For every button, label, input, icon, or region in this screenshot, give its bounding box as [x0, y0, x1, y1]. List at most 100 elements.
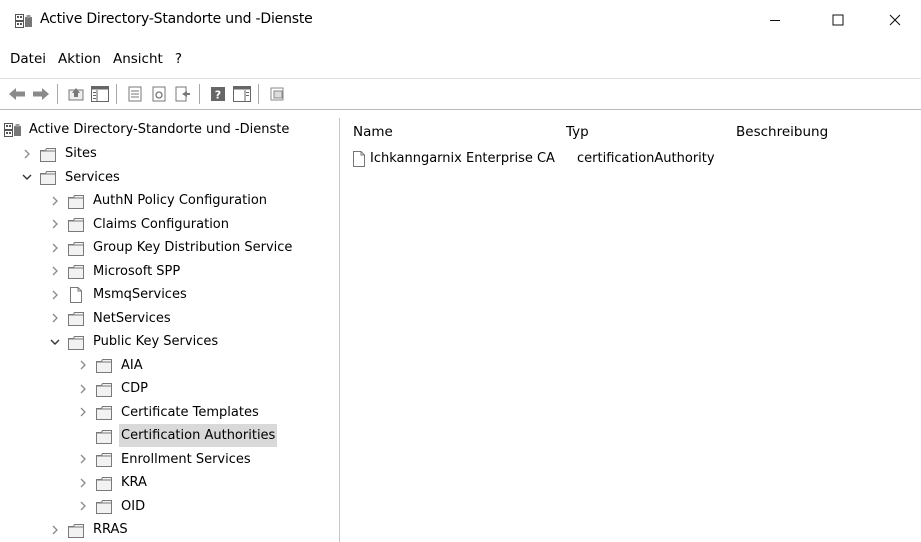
tree-item-label: AIA — [121, 357, 143, 373]
back-button[interactable] — [6, 83, 28, 105]
tree-item[interactable]: AuthN Policy Configuration — [48, 189, 269, 212]
tree-item[interactable]: KRA — [76, 471, 149, 494]
tree-item-label: Microsoft SPP — [93, 263, 181, 279]
tree-item[interactable]: Claims Configuration — [48, 213, 231, 236]
list-item-type: certificationAuthority — [577, 151, 715, 166]
new-window-button[interactable] — [266, 83, 288, 105]
tree-item[interactable]: MsmqServices — [48, 283, 189, 306]
close-icon — [889, 14, 901, 26]
show-hide-action-pane-button[interactable] — [231, 83, 253, 105]
folder-icon — [96, 476, 112, 491]
folder-icon — [68, 335, 84, 350]
chevron-right-icon[interactable] — [76, 354, 90, 377]
minimize-icon — [770, 20, 780, 21]
window-title: Active Directory-Standorte und -Dienste — [40, 11, 313, 27]
maximize-button[interactable] — [815, 0, 861, 40]
tree-item[interactable]: RRAS — [48, 518, 130, 541]
chevron-down-icon[interactable] — [48, 330, 62, 353]
back-arrow-icon — [9, 88, 25, 100]
forward-arrow-icon — [33, 88, 49, 100]
toolbar-separator — [116, 84, 117, 104]
tree-item-label: KRA — [121, 475, 147, 490]
export-list-icon — [175, 86, 190, 102]
list-item-name: Ichkanngarnix Enterprise CA — [370, 151, 555, 166]
menu-help[interactable]: ? — [169, 47, 188, 71]
tree-item[interactable]: Certificate Templates — [76, 401, 261, 424]
chevron-right-icon[interactable] — [76, 471, 90, 494]
tree-item-label: RRAS — [93, 522, 128, 537]
refresh-button[interactable] — [148, 83, 170, 105]
tree-item-label: Claims Configuration — [93, 216, 229, 232]
chevron-right-icon[interactable] — [48, 189, 62, 212]
chevron-down-icon[interactable] — [20, 166, 34, 189]
new-window-icon — [270, 87, 284, 101]
tree-item-label: CDP — [121, 381, 148, 396]
folder-icon — [68, 264, 84, 279]
tree-item[interactable]: NetServices — [48, 307, 173, 330]
tree-item[interactable]: Microsoft SPP — [48, 260, 182, 283]
folder-icon — [96, 499, 112, 514]
help-button[interactable]: ? — [207, 83, 229, 105]
folder-icon — [96, 358, 112, 373]
tree-item[interactable]: OID — [76, 495, 147, 518]
tree-item-label: AuthN Policy Configuration — [93, 193, 268, 208]
tree-item[interactable]: CDP — [76, 377, 150, 400]
chevron-right-icon[interactable] — [76, 377, 90, 400]
chevron-right-icon[interactable] — [48, 283, 62, 306]
tree-item[interactable]: AIA — [76, 354, 145, 377]
folder-icon — [96, 405, 112, 420]
tree-root[interactable]: Active Directory-Standorte und -Dienste — [0, 118, 291, 141]
menu-ansicht[interactable]: Ansicht — [107, 47, 169, 71]
close-button[interactable] — [872, 0, 918, 40]
up-one-level-button[interactable] — [65, 83, 87, 105]
folder-icon — [96, 452, 112, 467]
toolbar-separator — [258, 84, 259, 104]
up-folder-icon — [68, 88, 84, 101]
folder-icon — [40, 170, 56, 185]
show-hide-action-pane-icon — [233, 86, 251, 102]
title-bar: Active Directory-Standorte und -Dienste — [0, 0, 921, 40]
properties-button[interactable] — [124, 83, 146, 105]
chevron-right-icon[interactable] — [48, 518, 62, 541]
page-icon — [70, 286, 82, 303]
tree-item-label: NetServices — [93, 310, 171, 326]
chevron-right-icon[interactable] — [76, 495, 90, 518]
folder-icon — [96, 382, 112, 397]
chevron-right-icon[interactable] — [48, 213, 62, 236]
chevron-right-icon[interactable] — [48, 260, 62, 283]
tree-item-label: Certificate Templates — [121, 404, 259, 420]
tree-item[interactable]: Group Key Distribution Service — [48, 236, 294, 259]
list-header: Name Typ Beschreibung — [341, 118, 921, 146]
tree-item[interactable]: Public Key Services — [48, 330, 220, 353]
details-list: Name Typ Beschreibung Ichkanngarnix Ente… — [341, 118, 921, 542]
column-header-description[interactable]: Beschreibung — [736, 122, 828, 142]
menu-aktion[interactable]: Aktion — [52, 47, 107, 71]
tree-item-label: Sites — [65, 146, 97, 161]
export-list-button[interactable] — [172, 83, 194, 105]
minimize-button[interactable] — [752, 0, 798, 40]
tree-item[interactable]: Sites — [20, 142, 99, 165]
tree-item-label: OID — [121, 498, 146, 514]
tree-item[interactable]: Services — [20, 166, 122, 189]
maximize-icon — [832, 14, 844, 26]
folder-icon — [68, 217, 84, 232]
menu-datei[interactable]: Datei — [0, 47, 52, 71]
toolbar-separator — [199, 84, 200, 104]
chevron-right-icon[interactable] — [76, 448, 90, 471]
column-header-name[interactable]: Name — [353, 122, 393, 142]
chevron-right-icon[interactable] — [76, 401, 90, 424]
folder-icon — [40, 147, 56, 162]
show-hide-console-tree-button[interactable] — [89, 83, 111, 105]
column-header-type[interactable]: Typ — [566, 122, 589, 142]
folder-icon — [68, 523, 84, 538]
forward-button[interactable] — [30, 83, 52, 105]
chevron-right-icon[interactable] — [48, 307, 62, 330]
tree-item[interactable]: Enrollment Services — [76, 448, 253, 471]
folder-icon — [96, 429, 112, 444]
chevron-right-icon[interactable] — [20, 142, 34, 165]
toolbar: ? — [0, 78, 921, 110]
folder-icon — [68, 241, 84, 256]
properties-icon — [128, 86, 142, 102]
chevron-right-icon[interactable] — [48, 236, 62, 259]
tree-item[interactable]: Certification Authorities — [76, 424, 278, 447]
